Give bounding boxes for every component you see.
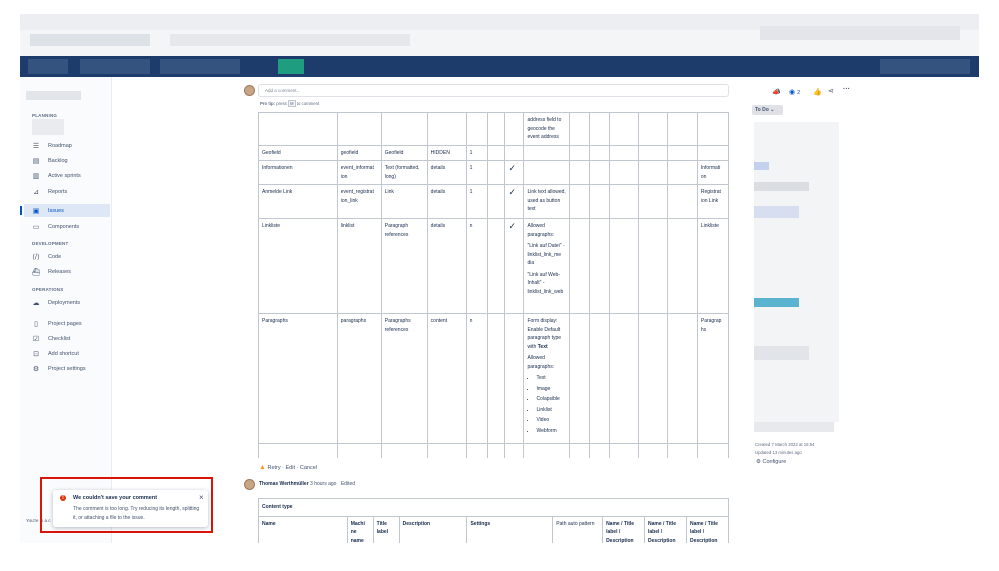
backlog-icon: ▤ — [32, 157, 40, 165]
comment-header: Thomas Werthmüller 3 hours ago Edited — [259, 481, 356, 487]
page-icon: ▯ — [34, 320, 38, 328]
active-indicator — [20, 206, 22, 215]
ship-icon: ⛴ — [31, 268, 41, 276]
browser-chrome — [20, 14, 979, 60]
edit-link[interactable]: Edit — [286, 465, 295, 471]
roadmap-icon: ☰ — [32, 142, 40, 150]
chevron-down-icon: ⌄ — [770, 107, 775, 113]
redacted-nav — [28, 59, 68, 74]
fields-table: address field to geocode the event addre… — [258, 112, 729, 458]
code-icon: ⟨/⟩ — [32, 253, 40, 261]
keyboard-shortcut: M — [287, 100, 296, 107]
redacted-address — [170, 34, 410, 46]
comment-content-type: Content type Name Machi ne name Title labe… — [258, 498, 729, 543]
redacted-nav — [160, 59, 240, 74]
component-icon: ▭ — [32, 223, 40, 231]
sidebar-item-project-pages[interactable]: ▯ Project pages — [24, 317, 110, 330]
table-row: Anmelde Link event_registrat ion_link Link… — [258, 184, 729, 219]
sidebar-item-reports[interactable]: ⊿ Reports — [24, 185, 110, 198]
section-planning: PLANNING — [32, 113, 58, 118]
sidebar-item-issues[interactable]: ▣ Issues — [24, 204, 110, 217]
toast-title: We couldn't save your comment — [73, 495, 158, 501]
create-button[interactable] — [278, 59, 304, 74]
content-type-table: Content type Name Machi ne name Title labe… — [258, 498, 729, 543]
sidebar-item-active-sprints[interactable]: ▥ Active sprints — [24, 169, 110, 182]
redacted-field — [754, 182, 809, 191]
pro-tip: Pro tip: press M to comment — [260, 100, 320, 107]
checklist-icon: ☑ — [32, 335, 40, 343]
table-row — [258, 443, 729, 458]
more-icon[interactable]: ··· — [843, 86, 850, 93]
sidebar-item-releases[interactable]: ⛴ Releases — [24, 265, 110, 278]
redacted-board[interactable] — [32, 119, 64, 135]
top-navigation-bar — [20, 56, 979, 77]
error-toast-highlight: ! We couldn't save your comment × The co… — [40, 477, 213, 533]
redacted-address — [30, 34, 150, 46]
issues-icon: ▣ — [32, 207, 40, 215]
sidebar-item-components[interactable]: ▭ Components — [24, 220, 110, 233]
comment-error-actions: ▲ Retry · Edit · Cancel — [259, 464, 318, 471]
section-development: DEVELOPMENT — [32, 241, 69, 246]
sidebar-item-add-shortcut[interactable]: ⊡ Add shortcut — [24, 347, 110, 360]
check-icon: ✓ — [504, 218, 525, 314]
avatar — [244, 479, 255, 490]
check-icon: ✓ — [504, 184, 525, 219]
error-toast: ! We couldn't save your comment × The co… — [53, 490, 208, 527]
cancel-link[interactable]: Cancel — [300, 465, 317, 471]
error-icon: ! — [60, 495, 66, 501]
table-row: Informationen event_informat ion Text (for… — [258, 160, 729, 185]
retry-link[interactable]: Retry — [267, 465, 280, 471]
table-row: address field to geocode the event addre… — [258, 112, 729, 146]
cloud-icon: ☁ — [32, 299, 40, 307]
close-icon[interactable]: × — [199, 493, 204, 502]
redacted-field — [754, 422, 834, 432]
eye-icon: ◉ — [789, 89, 796, 96]
board-icon: ▥ — [32, 172, 40, 180]
watch-button[interactable]: ◉ 2 — [789, 88, 800, 96]
section-operations: OPERATIONS — [32, 287, 64, 292]
created-date: Created 7 March 2022 at 15:54 — [755, 442, 815, 447]
redacted-label — [754, 298, 799, 307]
check-icon: ✓ — [504, 160, 525, 185]
redacted-field — [754, 346, 809, 360]
redacted-nav — [880, 59, 970, 74]
sidebar-item-project-settings[interactable]: ⚙ Project settings — [24, 362, 110, 375]
redacted-field — [754, 206, 799, 218]
sidebar-item-checklist[interactable]: ☑ Checklist — [24, 332, 110, 345]
sidebar-item-roadmap[interactable]: ☰ Roadmap — [24, 139, 110, 152]
updated-date: Updated 13 minutes ago — [755, 450, 802, 455]
like-icon[interactable]: 👍 — [813, 88, 822, 96]
sidebar-item-code[interactable]: ⟨/⟩ Code — [24, 250, 110, 263]
toast-message: The comment is too long. Try reducing it… — [73, 506, 200, 521]
warning-icon: ▲ — [259, 464, 266, 471]
comment-input[interactable]: Add a comment... — [258, 84, 729, 97]
redacted-field — [754, 162, 769, 170]
status-dropdown[interactable]: To Do ⌄ — [752, 105, 783, 115]
comment-author[interactable]: Thomas Werthmüller — [259, 481, 309, 487]
table-row: Linkliste linklist Paragraph references det… — [258, 218, 729, 314]
project-sidebar: PLANNING ☰ Roadmap ▤ Backlog ▥ Active sprin… — [20, 77, 112, 543]
table-row: Geofield geofield Geofield HIDDEN 1 — [258, 144, 729, 161]
gear-icon: ⚙ — [32, 365, 40, 373]
redacted-project-name — [26, 91, 81, 100]
chart-icon: ⊿ — [33, 188, 39, 196]
sidebar-item-backlog[interactable]: ▤ Backlog — [24, 154, 110, 167]
shortcut-icon: ⊡ — [33, 350, 39, 358]
allowed-paragraphs-list: Text Image Colapsible Linklist Video Web… — [527, 373, 566, 436]
table-row: Paragraphs paragraphs Paragraphs reference… — [258, 313, 729, 444]
redacted-nav — [80, 59, 150, 74]
avatar — [244, 85, 255, 96]
configure-button[interactable]: ⚙ Configure — [756, 459, 786, 465]
comment-draft-content: address field to geocode the event addre… — [258, 112, 729, 458]
gear-icon: ⚙ — [756, 459, 761, 465]
redacted-toolbar — [760, 26, 960, 40]
share-icon[interactable]: ⋖ — [828, 87, 834, 95]
sidebar-item-deployments[interactable]: ☁ Deployments — [24, 296, 110, 309]
feedback-icon[interactable]: 📣 — [772, 88, 781, 96]
